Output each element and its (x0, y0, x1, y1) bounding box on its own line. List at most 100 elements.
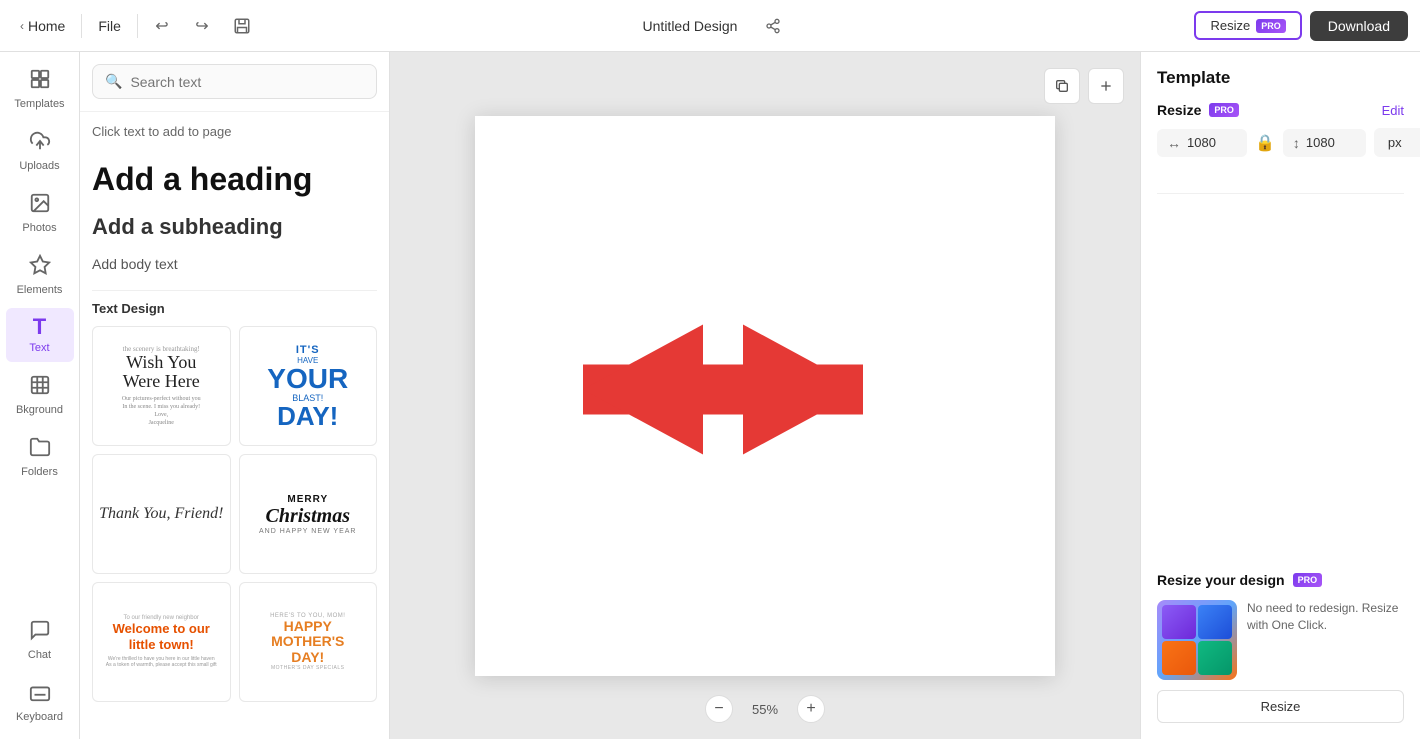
xmas-card-content: MERRY Christmas AND HAPPY NEW YEAR (259, 494, 357, 535)
resize-design-title: Resize your design (1157, 572, 1285, 588)
chat-icon (29, 619, 51, 645)
chevron-left-icon: ‹ (20, 19, 24, 33)
resize-design-button[interactable]: Resize (1157, 690, 1404, 723)
preview-tile-2 (1198, 605, 1232, 639)
zoom-in-button[interactable]: + (797, 695, 825, 723)
sidebar-item-templates[interactable]: Templates (6, 60, 74, 118)
sidebar-item-templates-label: Templates (14, 98, 64, 110)
right-panel: Template Resize PRO Edit ↔ 🔒 ↕ px (1140, 52, 1420, 739)
zoom-level: 55% (745, 702, 785, 717)
canvas-page[interactable] (475, 116, 1055, 676)
add-subheading-button[interactable]: Add a subheading (92, 206, 377, 248)
sidebar-item-photos-label: Photos (22, 222, 56, 234)
red-arrow (583, 324, 863, 454)
resize-button[interactable]: Resize PRO (1194, 11, 1301, 40)
file-menu[interactable]: File (90, 14, 129, 38)
day-card-content: IT'S HAVE YOUR BLAST! DAY! (261, 338, 354, 435)
folders-icon (29, 436, 51, 462)
thankyou-card-content: Thank You, Friend! (99, 505, 223, 523)
width-input[interactable] (1187, 135, 1237, 150)
height-input-group: ↕ (1283, 129, 1366, 157)
sidebar-item-text[interactable]: T Text (6, 308, 74, 362)
search-input[interactable] (130, 74, 364, 90)
sidebar-item-uploads[interactable]: Uploads (6, 122, 74, 180)
resize-design-pro-badge: PRO (1293, 573, 1323, 587)
add-heading-button[interactable]: Add a heading (92, 153, 377, 206)
sidebar-item-background[interactable]: Bkground (6, 366, 74, 424)
sidebar-item-chat-label: Chat (28, 649, 51, 661)
preview-tile-4 (1198, 641, 1232, 675)
resize-design-description: No need to redesign. Resize with One Cli… (1247, 600, 1404, 634)
text-icon: T (33, 316, 46, 338)
height-input[interactable] (1306, 135, 1356, 150)
sidebar-item-keyboard[interactable]: Keyboard (6, 673, 74, 731)
add-page-button[interactable] (1088, 68, 1124, 104)
share-button[interactable] (757, 10, 789, 42)
design-title[interactable]: Untitled Design (631, 14, 750, 38)
text-design-wish[interactable]: the scenery is breathtaking! Wish YouWer… (92, 326, 231, 446)
background-icon (29, 374, 51, 400)
dimension-row: ↔ 🔒 ↕ px cm mm in (1157, 128, 1404, 157)
resize-header: Resize PRO Edit (1157, 102, 1404, 118)
lock-icon[interactable]: 🔒 (1255, 133, 1275, 153)
search-box: 🔍 (92, 64, 377, 99)
edit-link[interactable]: Edit (1382, 103, 1404, 118)
sidebar-item-chat[interactable]: Chat (6, 611, 74, 669)
sidebar-item-text-label: Text (29, 342, 49, 354)
topbar-right: Resize PRO Download (797, 11, 1408, 41)
redo-button[interactable]: ↪ (186, 10, 218, 42)
duplicate-button[interactable] (1044, 68, 1080, 104)
unit-select[interactable]: px cm mm in (1374, 128, 1420, 157)
sidebar-item-keyboard-label: Keyboard (16, 711, 63, 723)
preview-tile-3 (1162, 641, 1196, 675)
sidebar-item-uploads-label: Uploads (19, 160, 59, 172)
topbar: ‹ Home File ↩ ↪ Untitled Design Resize (0, 0, 1420, 52)
main-area: Templates Uploads Photos (0, 52, 1420, 739)
canvas-wrapper (390, 52, 1140, 739)
zoom-out-button[interactable]: − (705, 695, 733, 723)
text-design-grid: the scenery is breathtaking! Wish YouWer… (92, 326, 377, 702)
panel-search-area: 🔍 (80, 52, 389, 112)
search-icon: 🔍 (105, 73, 122, 90)
topbar-left: ‹ Home File ↩ ↪ (12, 10, 623, 42)
sidebar-item-folders[interactable]: Folders (6, 428, 74, 486)
text-design-welcome[interactable]: To our friendly new neighbor Welcome to … (92, 582, 231, 702)
resize-section-label: Resize (1157, 102, 1201, 118)
save-button[interactable] (226, 10, 258, 42)
resize-design-section: Resize your design PRO No need to redesi… (1157, 552, 1404, 723)
canvas-toolbar (1044, 68, 1124, 104)
topbar-divider (81, 14, 82, 38)
sidebar-item-photos[interactable]: Photos (6, 184, 74, 242)
home-label: Home (28, 18, 65, 34)
topbar-center: Untitled Design (631, 10, 790, 42)
resize-design-header: Resize your design PRO (1157, 572, 1404, 588)
templates-icon (29, 68, 51, 94)
resize-design-card: No need to redesign. Resize with One Cli… (1157, 600, 1404, 680)
download-button[interactable]: Download (1310, 11, 1408, 41)
right-panel-divider (1157, 193, 1404, 194)
home-button[interactable]: ‹ Home (12, 14, 73, 38)
add-body-button[interactable]: Add body text (92, 248, 377, 280)
text-design-thank-you[interactable]: Thank You, Friend! (92, 454, 231, 574)
sidebar-item-elements[interactable]: Elements (6, 246, 74, 304)
resize-section: Resize PRO Edit ↔ 🔒 ↕ px cm mm in (1157, 102, 1404, 157)
resize-pro-badge: PRO (1209, 103, 1239, 117)
sidebar-item-folders-label: Folders (21, 466, 58, 478)
resize-label: Resize (1210, 18, 1250, 33)
text-design-merry-christmas[interactable]: MERRY Christmas AND HAPPY NEW YEAR (239, 454, 378, 574)
section-separator (92, 290, 377, 291)
icon-nav: Templates Uploads Photos (0, 52, 80, 739)
text-design-its-your-day[interactable]: IT'S HAVE YOUR BLAST! DAY! (239, 326, 378, 446)
canvas-area: − 55% + (390, 52, 1140, 739)
text-design-mothers-day[interactable]: HERE'S TO YOU, MOM! HAPPYMOTHER'SDAY! MO… (239, 582, 378, 702)
welcome-card-content: To our friendly new neighbor Welcome to … (100, 609, 223, 674)
mothers-card-content: HERE'S TO YOU, MOM! HAPPYMOTHER'SDAY! MO… (264, 607, 351, 677)
canvas-zoom-controls: − 55% + (705, 695, 825, 723)
undo-button[interactable]: ↩ (146, 10, 178, 42)
width-icon: ↔ (1167, 135, 1181, 151)
text-design-label: Text Design (92, 301, 377, 316)
height-icon: ↕ (1293, 135, 1300, 151)
sidebar-item-background-label: Bkground (16, 404, 63, 416)
right-panel-title: Template (1157, 68, 1404, 88)
panel-content: Click text to add to page Add a heading … (80, 112, 389, 739)
